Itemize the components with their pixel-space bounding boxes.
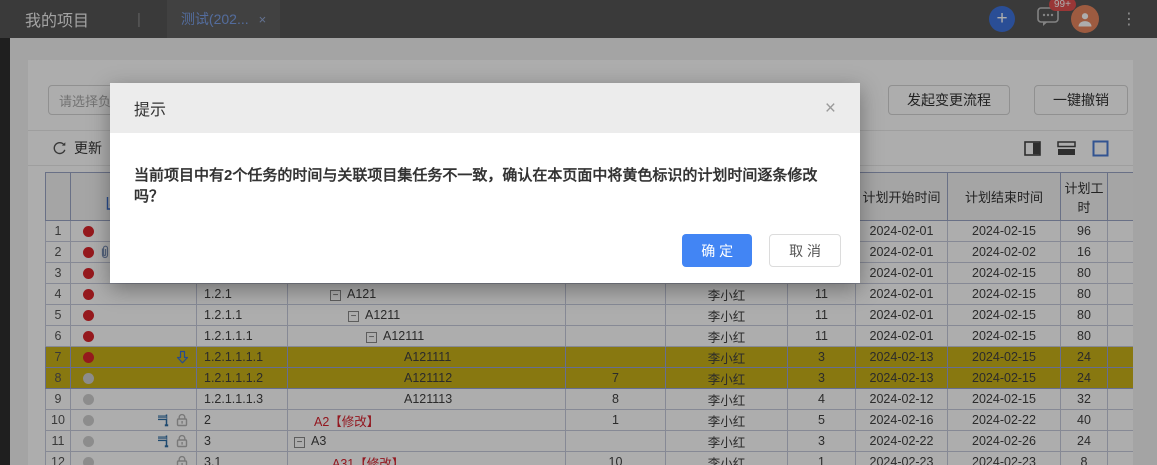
app-screen: 我的项目 | 测试(202... × + 99+ ⋮ 请选择负 发起变更流程 一… — [0, 0, 1157, 465]
confirm-button[interactable]: 确 定 — [682, 234, 753, 267]
confirm-dialog: 提示 × 当前项目中有2个任务的时间与关联项目集任务不一致，确认在本页面中将黄色… — [110, 83, 860, 283]
dialog-footer: 确 定 取 消 — [682, 234, 841, 267]
dialog-header: 提示 × — [110, 83, 860, 133]
dialog-title: 提示 — [134, 102, 167, 119]
dialog-close-icon[interactable]: × — [825, 99, 836, 118]
cancel-button[interactable]: 取 消 — [769, 234, 841, 267]
dialog-message: 当前项目中有2个任务的时间与关联项目集任务不一致，确认在本页面中将黄色标识的计划… — [134, 167, 818, 205]
